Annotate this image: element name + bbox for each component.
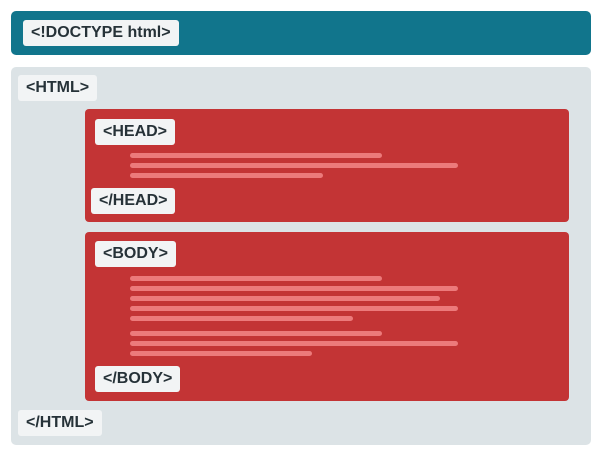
doctype-bar: <!DOCTYPE html> [11,11,591,55]
html-open-tag: <HTML> [18,75,98,101]
body-content-line [130,341,458,346]
head-content-line [130,173,323,178]
body-content-line [130,296,440,301]
doctype-tag: <!DOCTYPE html> [23,20,179,46]
head-close-tag: </HEAD> [91,188,176,214]
body-open-tag: <BODY> [95,241,176,267]
body-content-line [130,351,312,356]
head-open-tag: <HEAD> [95,119,176,145]
head-section: <HEAD> </HEAD> [85,109,569,222]
body-close-tag: </BODY> [95,366,181,392]
html-container: <HTML> <HEAD> </HEAD> <BODY> </BODY> </H… [11,67,591,445]
body-content-line [130,276,382,281]
body-content-line [130,306,458,311]
html-close-tag: </HTML> [18,410,102,436]
head-content-line [130,153,382,158]
body-content-line [130,286,458,291]
body-content-line [130,316,353,321]
body-section: <BODY> </BODY> [85,232,569,401]
body-content-line [130,331,382,336]
head-content-line [130,163,458,168]
